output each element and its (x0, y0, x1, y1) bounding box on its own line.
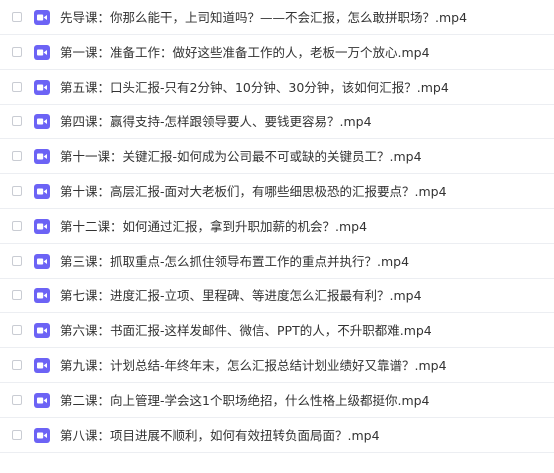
file-row[interactable]: 第一课：准备工作：做好这些准备工作的人，老板一万个放心.mp4 (0, 35, 554, 70)
file-row[interactable]: 第六课：书面汇报-这样发邮件、微信、PPT的人，不升职都难.mp4 (0, 313, 554, 349)
video-file-icon (34, 218, 50, 234)
row-checkbox[interactable] (12, 394, 22, 405)
file-row[interactable]: 第十二课：如何通过汇报，拿到升职加薪的机会？.mp4 (0, 209, 554, 244)
file-name[interactable]: 第十二课：如何通过汇报，拿到升职加薪的机会？.mp4 (60, 209, 367, 244)
file-name[interactable]: 第三课：抓取重点-怎么抓住领导布置工作的重点并执行？.mp4 (60, 244, 409, 279)
file-name[interactable]: 第六课：书面汇报-这样发邮件、微信、PPT的人，不升职都难.mp4 (60, 313, 432, 348)
row-checkbox[interactable] (12, 360, 22, 370)
video-file-icon (34, 184, 50, 199)
video-file-icon (34, 288, 50, 304)
file-list: 先导课：你那么能干，上司知道吗？——不会汇报，怎么敢拼职场？.mp4 第一课：准备… (0, 0, 554, 473)
file-row[interactable]: 第十课：高层汇报-面对大老板们，有哪些细思极恐的汇报要点？.mp4 (0, 174, 554, 209)
file-name[interactable]: 第一课：准备工作：做好这些准备工作的人，老板一万个放心.mp4 (60, 35, 430, 70)
file-row[interactable]: 第八课：项目进展不顺利，如何有效扭转负面局面？.mp4 (0, 418, 554, 453)
row-checkbox[interactable] (12, 12, 22, 22)
file-row[interactable]: 第九课：计划总结-年终年末，怎么汇报总结计划业绩好又靠谱？.mp4 (0, 348, 554, 383)
file-name[interactable]: 第十课：高层汇报-面对大老板们，有哪些细思极恐的汇报要点？.mp4 (60, 174, 447, 209)
row-checkbox[interactable] (12, 429, 22, 440)
row-checkbox[interactable] (12, 186, 22, 196)
video-file-icon (34, 427, 50, 443)
file-name[interactable]: 第八课：项目进展不顺利，如何有效扭转负面局面？.mp4 (60, 418, 380, 453)
file-name[interactable]: 第九课：计划总结-年终年末，怎么汇报总结计划业绩好又靠谱？.mp4 (60, 348, 447, 383)
video-file-icon (34, 79, 50, 95)
file-name[interactable]: 第十一课：关键汇报-如何成为公司最不可或缺的关键员工？.mp4 (60, 139, 422, 174)
file-row[interactable]: 第七课：进度汇报-立项、里程碑、等进度怎么汇报最有利？.mp4 (0, 278, 554, 314)
video-file-icon (34, 392, 50, 408)
video-file-icon (34, 323, 50, 339)
file-row[interactable]: 第五课：口头汇报-只有2分钟、10分钟、30分钟，该如何汇报？.mp4 (0, 70, 554, 105)
row-checkbox[interactable] (12, 290, 22, 301)
row-checkbox[interactable] (12, 255, 22, 266)
video-file-icon (34, 114, 50, 130)
file-name[interactable]: 第四课：赢得支持-怎样跟领导要人、要钱更容易？.mp4 (60, 104, 372, 139)
video-file-icon (34, 253, 50, 269)
file-row[interactable]: 第三课：抓取重点-怎么抓住领导布置工作的重点并执行？.mp4 (0, 244, 554, 279)
video-file-icon (34, 10, 50, 25)
row-checkbox[interactable] (12, 325, 22, 336)
row-checkbox[interactable] (12, 81, 22, 92)
file-row[interactable]: 先导课：你那么能干，上司知道吗？——不会汇报，怎么敢拼职场？.mp4 (0, 0, 554, 35)
row-checkbox[interactable] (12, 116, 22, 127)
file-name[interactable]: 第五课：口头汇报-只有2分钟、10分钟、30分钟，该如何汇报？.mp4 (60, 70, 449, 105)
row-checkbox[interactable] (12, 220, 22, 231)
file-row[interactable]: 第四课：赢得支持-怎样跟领导要人、要钱更容易？.mp4 (0, 104, 554, 140)
file-name[interactable]: 第二课：向上管理-学会这1个职场绝招，什么性格上级都挺你.mp4 (60, 383, 430, 418)
row-checkbox[interactable] (12, 151, 22, 162)
video-file-icon (34, 149, 50, 165)
file-name[interactable]: 先导课：你那么能干，上司知道吗？——不会汇报，怎么敢拼职场？.mp4 (60, 0, 467, 35)
video-file-icon (34, 44, 50, 60)
file-name[interactable]: 第七课：进度汇报-立项、里程碑、等进度怎么汇报最有利？.mp4 (60, 278, 422, 313)
file-row[interactable]: 第十一课：关键汇报-如何成为公司最不可或缺的关键员工？.mp4 (0, 139, 554, 175)
file-row[interactable]: 第二课：向上管理-学会这1个职场绝招，什么性格上级都挺你.mp4 (0, 383, 554, 418)
video-file-icon (34, 358, 50, 373)
row-checkbox[interactable] (12, 46, 22, 57)
